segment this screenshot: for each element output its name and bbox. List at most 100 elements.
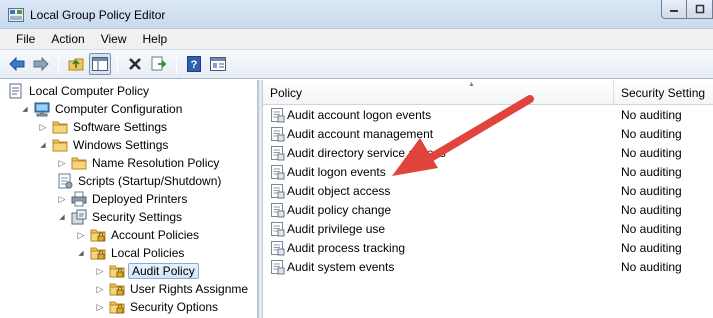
- menu-bar: File Action View Help: [0, 29, 713, 49]
- column-header-policy[interactable]: Policy ▲: [263, 80, 614, 105]
- title-bar: Local Group Policy Editor: [0, 0, 713, 29]
- tree-item[interactable]: Scripts (Startup/Shutdown): [57, 172, 223, 190]
- collapsed-triangle-icon[interactable]: ▷: [95, 262, 105, 280]
- tree-item[interactable]: ◢ Windows Settings: [38, 136, 170, 154]
- back-icon: [9, 57, 25, 71]
- tree-item[interactable]: ▷ Account Policies: [76, 226, 201, 244]
- policy-row[interactable]: Audit process tracking No auditing: [263, 239, 713, 258]
- minimize-button[interactable]: [661, 0, 687, 19]
- security-setting-value: No auditing: [621, 203, 682, 217]
- properties-button[interactable]: [207, 53, 229, 75]
- policy-name: Audit logon events: [287, 165, 386, 179]
- policy-setting-icon: [271, 108, 285, 123]
- policy-row[interactable]: Audit logon events No auditing: [263, 163, 713, 182]
- printer-icon: [71, 191, 87, 207]
- policy-setting-icon: [271, 241, 285, 256]
- tree-item[interactable]: ▷ Software Settings: [38, 118, 169, 136]
- policy-setting-icon: [271, 222, 285, 237]
- policy-row[interactable]: Audit object access No auditing: [263, 182, 713, 201]
- security-setting-value: No auditing: [621, 260, 682, 274]
- tree-item[interactable]: ▷ Audit Policy: [95, 262, 199, 280]
- locked-folder-icon: [90, 245, 106, 261]
- policy-name: Audit account management: [287, 127, 434, 141]
- policy-setting-icon: [271, 203, 285, 218]
- policy-name: Audit account logon events: [287, 108, 432, 122]
- tree-item-label: Software Settings: [73, 120, 168, 134]
- tree-item[interactable]: ▷ User Rights Assignme: [95, 280, 250, 298]
- policy-row[interactable]: Audit account logon events No auditing: [263, 106, 713, 125]
- toolbar-separator: [58, 54, 59, 74]
- policy-name: Audit privilege use: [287, 222, 386, 236]
- policy-name: Audit system events: [287, 260, 395, 274]
- delete-button[interactable]: [124, 53, 146, 75]
- tree-item-label: Audit Policy: [128, 263, 199, 279]
- maximize-button[interactable]: [687, 0, 713, 19]
- tree-item[interactable]: ▷ Deployed Printers: [57, 190, 189, 208]
- tree-item[interactable]: ▷ Name Resolution Policy: [57, 154, 221, 172]
- show-hide-tree-button[interactable]: [89, 53, 111, 75]
- expanded-triangle-icon[interactable]: ◢: [76, 244, 86, 262]
- tree-item[interactable]: ◢ Local Policies: [76, 244, 186, 262]
- policy-setting-icon: [271, 184, 285, 199]
- tree-item-label: Local Computer Policy: [29, 84, 150, 98]
- menu-action[interactable]: Action: [43, 32, 92, 46]
- security-setting-value: No auditing: [621, 146, 682, 160]
- collapsed-triangle-icon[interactable]: ▷: [57, 154, 67, 172]
- window-controls: [661, 0, 713, 20]
- security-setting-value: No auditing: [621, 165, 682, 179]
- policy-row[interactable]: Audit account management No auditing: [263, 125, 713, 144]
- locked-folder-icon: [90, 227, 106, 243]
- tree-item[interactable]: Local Computer Policy: [8, 82, 151, 100]
- sort-ascending-icon: ▲: [468, 81, 475, 88]
- maximize-icon: [695, 4, 704, 14]
- tree-item-label: Windows Settings: [73, 138, 169, 152]
- tree-item-label: Scripts (Startup/Shutdown): [78, 174, 222, 188]
- svg-text:?: ?: [191, 59, 198, 71]
- policy-name: Audit object access: [287, 184, 391, 198]
- collapsed-triangle-icon[interactable]: ▷: [95, 280, 105, 298]
- expanded-triangle-icon[interactable]: ◢: [57, 208, 67, 226]
- expanded-triangle-icon[interactable]: ◢: [20, 100, 30, 118]
- security-setting-value: No auditing: [621, 222, 682, 236]
- properties-icon: [210, 57, 226, 71]
- policy-row[interactable]: Audit privilege use No auditing: [263, 220, 713, 239]
- collapsed-triangle-icon[interactable]: ▷: [38, 118, 48, 136]
- column-header-security-setting[interactable]: Security Setting: [614, 80, 713, 105]
- up-one-level-button[interactable]: [65, 53, 87, 75]
- security-setting-value: No auditing: [621, 127, 682, 141]
- console-tree[interactable]: Local Computer Policy ◢ Computer Configura…: [0, 80, 258, 318]
- tree-item[interactable]: ▷ Security Options: [95, 298, 220, 316]
- tree-item[interactable]: ◢ Security Settings: [57, 208, 184, 226]
- window-title: Local Group Policy Editor: [30, 8, 166, 22]
- security-setting-value: No auditing: [621, 184, 682, 198]
- tree-item[interactable]: ◢ Computer Configuration: [20, 100, 184, 118]
- locked-folder-icon: [109, 299, 125, 315]
- security-icon: [71, 209, 87, 225]
- minimize-icon: [670, 10, 678, 12]
- collapsed-triangle-icon[interactable]: ▷: [95, 298, 105, 316]
- menu-view[interactable]: View: [93, 32, 135, 46]
- security-setting-value: No auditing: [621, 108, 682, 122]
- expanded-triangle-icon[interactable]: ◢: [38, 136, 48, 154]
- forward-button[interactable]: [30, 53, 52, 75]
- menu-help[interactable]: Help: [135, 32, 176, 46]
- back-button[interactable]: [6, 53, 28, 75]
- folder-icon: [52, 137, 68, 153]
- export-list-button[interactable]: [148, 53, 170, 75]
- policy-name: Audit process tracking: [287, 241, 406, 255]
- column-header-setting-label: Security Setting: [621, 85, 706, 100]
- policy-row[interactable]: Audit system events No auditing: [263, 258, 713, 277]
- help-button[interactable]: ?: [183, 53, 205, 75]
- tree-item-label: Account Policies: [111, 228, 200, 242]
- policy-list[interactable]: Policy ▲ Security Setting Audit account …: [263, 80, 713, 318]
- toolbar: ?: [0, 49, 713, 79]
- menu-file[interactable]: File: [8, 32, 43, 46]
- toolbar-separator: [176, 54, 177, 74]
- policy-row[interactable]: Audit policy change No auditing: [263, 201, 713, 220]
- locked-folder-icon: [109, 263, 125, 279]
- collapsed-triangle-icon[interactable]: ▷: [76, 226, 86, 244]
- policy-row[interactable]: Audit directory service access No auditin…: [263, 144, 713, 163]
- tree-item-label: Security Settings: [92, 210, 183, 224]
- collapsed-triangle-icon[interactable]: ▷: [57, 190, 67, 208]
- toolbar-separator: [117, 54, 118, 74]
